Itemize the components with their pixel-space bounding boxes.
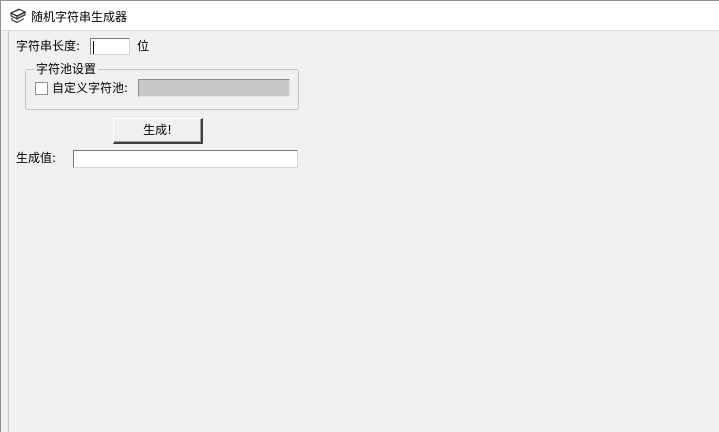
custom-pool-checkbox[interactable] xyxy=(35,82,48,95)
char-pool-groupbox: 字符池设置 自定义字符池: xyxy=(25,62,299,110)
app-icon xyxy=(9,6,27,24)
window-title: 随机字符串生成器 xyxy=(31,10,128,24)
title-bar: 随机字符串生成器 xyxy=(1,1,719,31)
result-output[interactable] xyxy=(73,150,298,168)
text-caret xyxy=(93,41,94,54)
char-pool-group-title: 字符池设置 xyxy=(34,62,99,76)
length-input[interactable] xyxy=(90,38,130,55)
length-unit-label: 位 xyxy=(137,39,150,53)
app-window: 随机字符串生成器 字符串长度: 位 字符池设置 自定义字符池: 生成! 生成值: xyxy=(0,0,719,432)
custom-pool-label[interactable]: 自定义字符池: xyxy=(52,81,128,95)
custom-pool-input xyxy=(138,79,290,97)
result-label: 生成值: xyxy=(16,151,57,165)
generate-button[interactable]: 生成! xyxy=(113,118,203,144)
client-area: 字符串长度: 位 字符池设置 自定义字符池: 生成! 生成值: xyxy=(8,31,719,432)
length-label: 字符串长度: xyxy=(16,39,81,53)
